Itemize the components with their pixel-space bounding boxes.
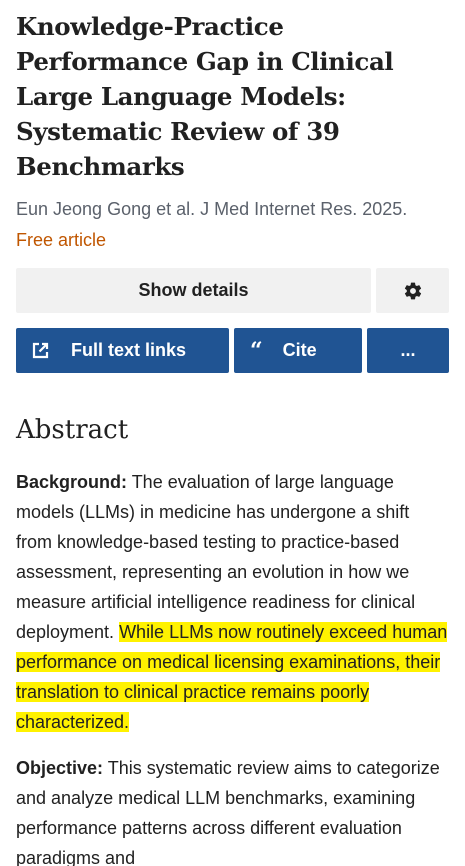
free-article-label: Free article	[16, 230, 107, 250]
background-label: Background:	[16, 472, 128, 492]
cite-button[interactable]: “ Cite	[234, 328, 362, 373]
cite-label: Cite	[282, 340, 317, 360]
gear-icon	[403, 281, 423, 301]
more-actions-button[interactable]: ...	[367, 328, 449, 373]
article-title: Knowledge-Practice Performance Gap in Cl…	[16, 12, 394, 181]
abstract-heading: Abstract	[16, 415, 129, 445]
settings-button[interactable]	[376, 268, 449, 313]
abstract-background: Background: The evaluation of large lang…	[16, 467, 449, 737]
details-row: Show details	[16, 268, 449, 313]
authors-citation[interactable]: Eun Jeong Gong et al. J Med Internet Res…	[16, 196, 449, 222]
show-details-button[interactable]: Show details	[16, 268, 371, 313]
full-text-links-label: Full text links	[71, 340, 187, 360]
article-page: Knowledge-Practice Performance Gap in Cl…	[0, 0, 465, 866]
full-text-links-button[interactable]: Full text links	[16, 328, 229, 373]
abstract-objective: Objective: This systematic review aims t…	[16, 753, 449, 866]
more-actions-label: ...	[400, 340, 416, 360]
background-text: The evaluation of large language models …	[16, 472, 416, 642]
action-bar: Full text links “ Cite ...	[16, 328, 449, 373]
objective-label: Objective:	[16, 758, 104, 778]
show-details-label: Show details	[138, 280, 249, 300]
quote-icon: “	[250, 337, 263, 364]
external-link-icon	[32, 342, 49, 359]
